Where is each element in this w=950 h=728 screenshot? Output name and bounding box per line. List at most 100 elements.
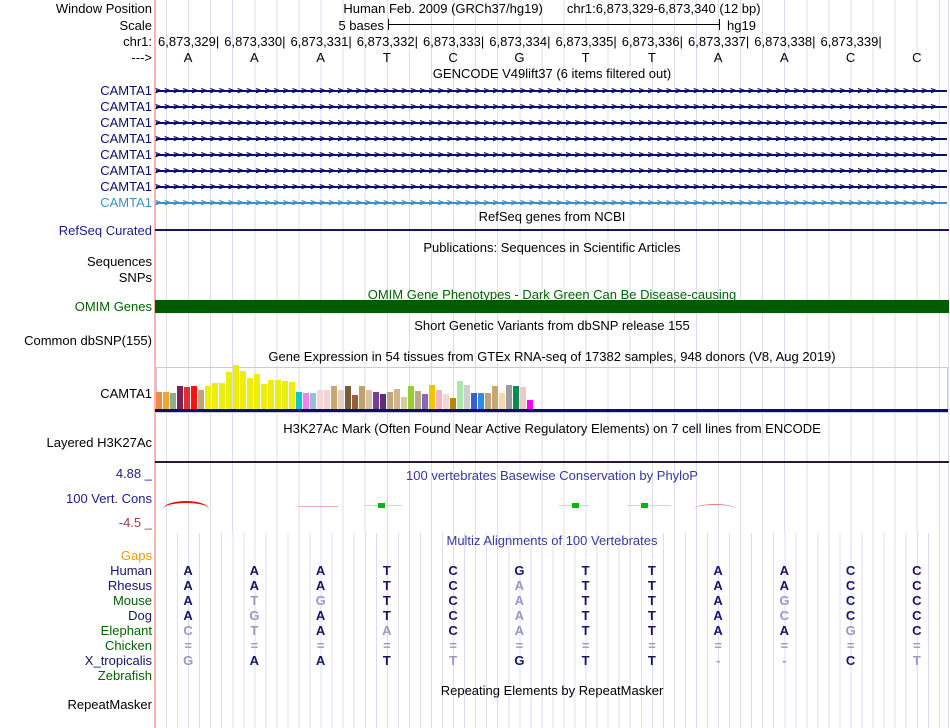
gtex-expression-bar[interactable] bbox=[394, 389, 400, 409]
gtex-expression-bar[interactable] bbox=[408, 386, 414, 409]
gtex-expression-bar[interactable] bbox=[415, 391, 421, 409]
gtex-expression-bar[interactable] bbox=[233, 365, 239, 409]
alignment-base: C bbox=[448, 578, 458, 593]
gene-label[interactable]: CAMTA1 bbox=[0, 179, 152, 195]
gtex-expression-bar[interactable] bbox=[527, 400, 533, 409]
gtex-expression-bar[interactable] bbox=[436, 390, 442, 409]
alignment-base: - bbox=[715, 653, 721, 668]
gtex-expression-bar[interactable] bbox=[212, 383, 218, 409]
refseq-curated-item[interactable] bbox=[155, 229, 949, 231]
alignment-base: A bbox=[514, 593, 525, 608]
alignment-base: A bbox=[315, 563, 326, 578]
gene-label[interactable]: CAMTA1 bbox=[0, 163, 152, 179]
gtex-expression-bar[interactable] bbox=[268, 380, 274, 409]
gtex-expression-bar[interactable] bbox=[373, 392, 379, 409]
gtex-expression-bar[interactable] bbox=[478, 393, 484, 409]
gtex-expression-bar[interactable] bbox=[205, 386, 211, 409]
gene-transcript-row[interactable]: >>>>>>>>>>>>>>>>>>>>>>>>>>>>>>>>>>>>>>>>… bbox=[155, 115, 948, 131]
gtex-expression-bar[interactable] bbox=[191, 386, 197, 409]
track-label-refseq-curated[interactable]: RefSeq Curated bbox=[0, 223, 152, 238]
gene-label[interactable]: CAMTA1 bbox=[0, 83, 152, 99]
gtex-expression-bar[interactable] bbox=[156, 392, 162, 409]
gtex-expression-bar[interactable] bbox=[471, 393, 477, 409]
gene-transcript-row[interactable]: >>>>>>>>>>>>>>>>>>>>>>>>>>>>>>>>>>>>>>>>… bbox=[155, 195, 948, 211]
gtex-expression-bar[interactable] bbox=[352, 395, 358, 409]
track-label-100-vert-cons[interactable]: 100 Vert. Cons bbox=[0, 491, 152, 506]
gtex-expression-bar[interactable] bbox=[198, 390, 204, 409]
species-label-human[interactable]: Human bbox=[0, 563, 152, 578]
gene-label[interactable]: CAMTA1 bbox=[0, 195, 152, 211]
sequence-base-letter: T bbox=[382, 50, 391, 65]
alignment-base: T bbox=[581, 653, 590, 668]
gene-label[interactable]: CAMTA1 bbox=[0, 99, 152, 115]
species-label-dog[interactable]: Dog bbox=[0, 608, 152, 623]
track-label-repeatmasker[interactable]: RepeatMasker bbox=[0, 697, 152, 712]
gene-transcript-row[interactable]: >>>>>>>>>>>>>>>>>>>>>>>>>>>>>>>>>>>>>>>>… bbox=[155, 131, 948, 147]
gtex-expression-bar[interactable] bbox=[177, 386, 183, 409]
gtex-expression-bar[interactable] bbox=[387, 392, 393, 409]
gtex-expression-bar[interactable] bbox=[247, 378, 253, 409]
gene-transcript-row[interactable]: >>>>>>>>>>>>>>>>>>>>>>>>>>>>>>>>>>>>>>>>… bbox=[155, 179, 948, 195]
track-label-h3k27ac[interactable]: Layered H3K27Ac bbox=[0, 435, 152, 450]
gtex-expression-bar[interactable] bbox=[282, 381, 288, 409]
gene-label[interactable]: CAMTA1 bbox=[0, 131, 152, 147]
gtex-expression-bar[interactable] bbox=[485, 393, 491, 409]
gtex-expression-bar[interactable] bbox=[513, 386, 519, 409]
gtex-expression-bar[interactable] bbox=[303, 393, 309, 409]
species-label-elephant[interactable]: Elephant bbox=[0, 623, 152, 638]
track-label-gtex-gene[interactable]: CAMTA1 bbox=[0, 386, 152, 401]
gtex-expression-bar[interactable] bbox=[345, 386, 351, 409]
gtex-expression-bar[interactable] bbox=[464, 385, 470, 409]
track-label-common-dbsnp[interactable]: Common dbSNP(155) bbox=[0, 333, 152, 348]
track-label-snps[interactable]: SNPs bbox=[0, 270, 152, 285]
gtex-expression-bar[interactable] bbox=[240, 371, 246, 409]
gtex-expression-bar[interactable] bbox=[331, 386, 337, 409]
gtex-expression-bar[interactable] bbox=[429, 385, 435, 409]
gtex-expression-bar[interactable] bbox=[261, 384, 267, 409]
gtex-expression-bar[interactable] bbox=[254, 374, 260, 409]
gtex-expression-bar[interactable] bbox=[338, 390, 344, 409]
gtex-expression-bar[interactable] bbox=[289, 382, 295, 409]
gtex-expression-bar[interactable] bbox=[275, 380, 281, 409]
gene-transcript-row[interactable]: >>>>>>>>>>>>>>>>>>>>>>>>>>>>>>>>>>>>>>>>… bbox=[155, 83, 948, 99]
gtex-expression-bar[interactable] bbox=[163, 392, 169, 409]
gene-transcript-row[interactable]: >>>>>>>>>>>>>>>>>>>>>>>>>>>>>>>>>>>>>>>>… bbox=[155, 99, 948, 115]
gtex-expression-bar[interactable] bbox=[380, 394, 386, 409]
gtex-expression-bar[interactable] bbox=[366, 390, 372, 409]
species-label-x_tropicalis[interactable]: X_tropicalis bbox=[0, 653, 152, 668]
track-label-sequences[interactable]: Sequences bbox=[0, 254, 152, 269]
gtex-expression-bar[interactable] bbox=[492, 386, 498, 409]
gtex-expression-bar[interactable] bbox=[422, 394, 428, 409]
gtex-expression-bar[interactable] bbox=[324, 390, 330, 409]
gene-transcript-row[interactable]: >>>>>>>>>>>>>>>>>>>>>>>>>>>>>>>>>>>>>>>>… bbox=[155, 147, 948, 163]
gtex-expression-bar[interactable] bbox=[401, 397, 407, 409]
gtex-expression-bar[interactable] bbox=[296, 392, 302, 409]
gtex-expression-bar[interactable] bbox=[184, 387, 190, 409]
gene-label[interactable]: CAMTA1 bbox=[0, 147, 152, 163]
gene-transcript-row[interactable]: >>>>>>>>>>>>>>>>>>>>>>>>>>>>>>>>>>>>>>>>… bbox=[155, 163, 948, 179]
species-label-zebrafish[interactable]: Zebrafish bbox=[0, 668, 152, 683]
gtex-expression-bar[interactable] bbox=[219, 383, 225, 409]
gtex-expression-bar[interactable] bbox=[520, 387, 526, 409]
gtex-expression-bar[interactable] bbox=[310, 393, 316, 409]
gene-label[interactable]: CAMTA1 bbox=[0, 115, 152, 131]
label-window-position: Window Position bbox=[55, 1, 152, 16]
gtex-expression-bar[interactable] bbox=[170, 393, 176, 409]
species-label-rhesus[interactable]: Rhesus bbox=[0, 578, 152, 593]
track-label-omim-genes[interactable]: OMIM Genes bbox=[0, 299, 152, 314]
gtex-expression-bar[interactable] bbox=[450, 398, 456, 409]
alignment-base: T bbox=[581, 563, 590, 578]
alignment-base: A bbox=[713, 608, 723, 623]
gtex-expression-bar[interactable] bbox=[443, 394, 449, 409]
gtex-expression-bar[interactable] bbox=[317, 390, 323, 409]
gtex-expression-bar[interactable] bbox=[506, 385, 512, 409]
gtex-expression-bar[interactable] bbox=[359, 386, 365, 409]
alignment-base: A bbox=[183, 563, 193, 578]
species-label-mouse[interactable]: Mouse bbox=[0, 593, 152, 608]
species-label-chicken[interactable]: Chicken bbox=[0, 638, 152, 653]
species-label-gaps[interactable]: Gaps bbox=[0, 548, 152, 563]
gtex-expression-bar[interactable] bbox=[499, 393, 505, 409]
gtex-expression-bar[interactable] bbox=[226, 372, 232, 409]
omim-gene-item[interactable] bbox=[155, 300, 949, 313]
gtex-expression-bar[interactable] bbox=[457, 381, 463, 409]
